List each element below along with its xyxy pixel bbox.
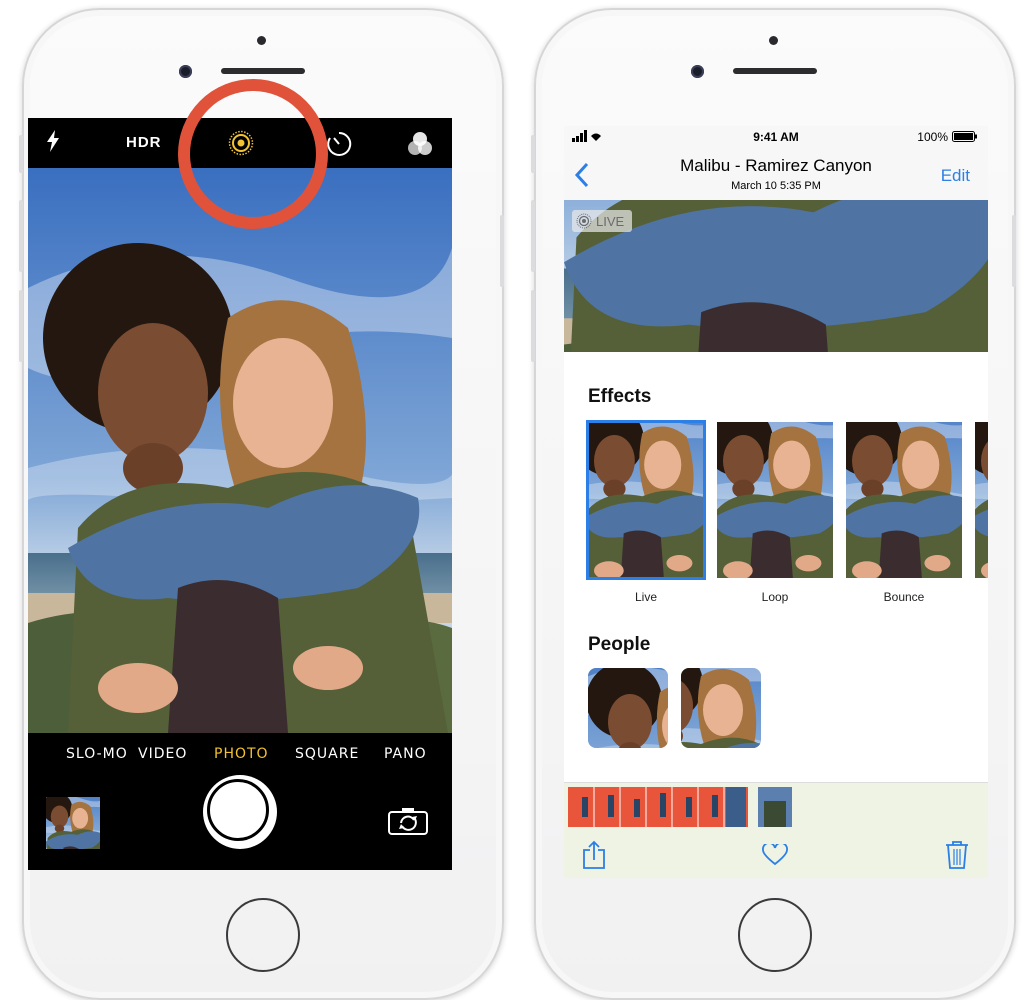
person-thumbnail[interactable]: [588, 668, 668, 748]
camera-mode-selector: SLO-MO VIDEO PHOTO SQUARE PANO: [28, 733, 452, 773]
nav-bar: Malibu - Ramirez Canyon March 10 5:35 PM…: [564, 148, 988, 201]
last-photo-thumbnail[interactable]: [46, 797, 100, 849]
mode-slo-mo[interactable]: SLO-MO: [66, 746, 128, 762]
side-button: [1012, 215, 1016, 287]
hdr-toggle[interactable]: HDR: [126, 134, 162, 151]
sensor-dot: [257, 36, 266, 45]
live-photo-icon: [576, 213, 592, 229]
effect-label-live: Live: [634, 590, 657, 604]
front-camera: [179, 65, 192, 78]
effect-next-partial[interactable]: [975, 422, 988, 578]
people-heading: People: [588, 634, 651, 655]
nav-subtitle: March 10 5:35 PM: [731, 180, 821, 192]
mode-photo[interactable]: PHOTO: [214, 746, 269, 762]
sensor-dot: [769, 36, 778, 45]
timer-icon[interactable]: [326, 131, 352, 162]
flash-icon[interactable]: [46, 130, 60, 157]
earpiece-speaker: [221, 68, 305, 74]
front-camera: [691, 65, 704, 78]
effect-loop[interactable]: [717, 422, 833, 578]
edit-button[interactable]: Edit: [941, 166, 970, 186]
bottom-toolbar: [564, 830, 988, 878]
status-bar: 9:41 AM 100%: [564, 126, 988, 148]
battery-icon: [952, 131, 978, 145]
battery-percent: 100%: [917, 130, 948, 144]
mode-square[interactable]: SQUARE: [295, 746, 359, 762]
switch-camera-icon[interactable]: [388, 807, 428, 840]
mode-pano[interactable]: PANO: [384, 746, 427, 762]
trash-icon[interactable]: [945, 840, 969, 875]
nav-title: Malibu - Ramirez Canyon: [680, 156, 872, 175]
shutter-inner-ring: [207, 779, 269, 841]
effect-live[interactable]: [586, 420, 706, 580]
effect-bounce[interactable]: [846, 422, 962, 578]
shutter-button[interactable]: [203, 775, 277, 849]
home-button[interactable]: [226, 898, 300, 972]
live-badge: LIVE: [572, 210, 633, 232]
viewfinder[interactable]: [28, 168, 452, 733]
mute-switch: [531, 135, 535, 173]
volume-down-button: [19, 290, 23, 362]
effects-heading: Effects: [588, 386, 652, 407]
person-thumbnail[interactable]: [681, 668, 761, 748]
mode-video[interactable]: VIDEO: [138, 746, 187, 762]
side-button: [500, 215, 504, 287]
volume-up-button: [19, 200, 23, 272]
live-photo-highlight-circle: [178, 79, 328, 229]
mute-switch: [19, 135, 23, 173]
camera-bottom-bar: [28, 773, 452, 870]
volume-down-button: [531, 290, 535, 362]
filmstrip[interactable]: [564, 782, 988, 831]
effect-label-bounce: Bounce: [883, 590, 925, 604]
filters-icon[interactable]: [406, 131, 434, 162]
live-photo-view[interactable]: LIVE: [564, 200, 988, 352]
camera-screen: HDR SLO-MO VIDEO PHOTO SQUARE PANO: [28, 118, 452, 870]
volume-up-button: [531, 200, 535, 272]
home-button[interactable]: [738, 898, 812, 972]
heart-icon[interactable]: [762, 842, 788, 871]
effect-label-loop: Loop: [761, 590, 789, 604]
live-badge-label: LIVE: [596, 213, 625, 229]
share-icon[interactable]: [582, 840, 606, 875]
earpiece-speaker: [733, 68, 817, 74]
photos-screen: 9:41 AM 100% Malibu - Ramirez Canyon Mar…: [564, 126, 988, 878]
